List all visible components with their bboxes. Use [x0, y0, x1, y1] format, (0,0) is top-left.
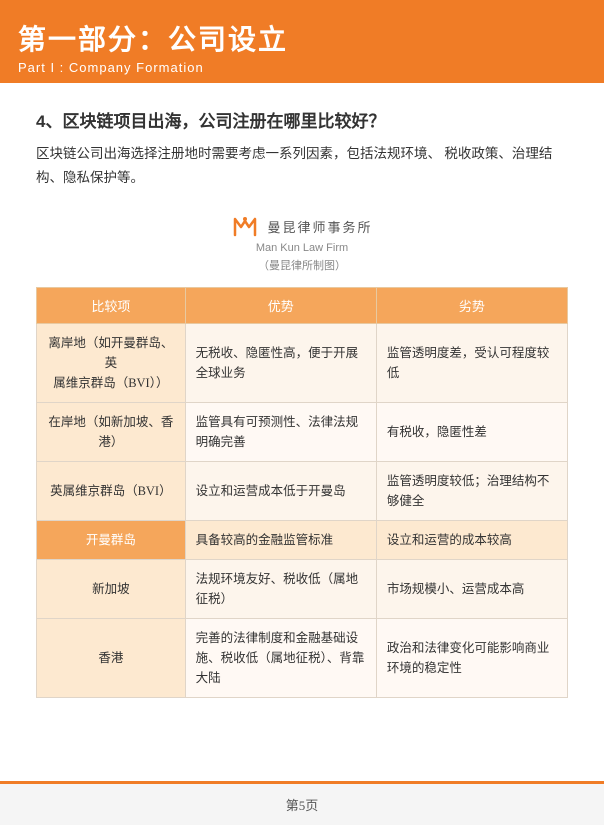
table-cell-advantage: 完善的法律制度和金融基础设施、税收低（属地征税）、背靠大陆: [185, 618, 376, 697]
logo-caption: （曼昆律所制图）: [258, 257, 346, 273]
table-row: 香港完善的法律制度和金融基础设施、税收低（属地征税）、背靠大陆政治和法律变化可能…: [37, 618, 568, 697]
table-cell-item: 离岸地（如开曼群岛、英 属维京群岛（BVI））: [37, 323, 186, 402]
table-row: 新加坡法规环境友好、税收低（属地征税）市场规模小、运营成本高: [37, 559, 568, 618]
table-row: 在岸地（如新加坡、香港）监管具有可预测性、法律法规明确完善有税收，隐匿性差: [37, 402, 568, 461]
table-cell-item: 在岸地（如新加坡、香港）: [37, 402, 186, 461]
question-body: 区块链公司出海选择注册地时需要考虑一系列因素，包括法规环境、 税收政策、治理结构…: [36, 142, 568, 191]
table-cell-item: 开曼群岛: [37, 520, 186, 559]
th-disadvantage: 劣势: [376, 287, 567, 323]
table-row: 开曼群岛具备较高的金融监管标准设立和运营的成本较高: [37, 520, 568, 559]
table-cell-disadvantage: 设立和运营的成本较高: [376, 520, 567, 559]
table-cell-disadvantage: 市场规模小、运营成本高: [376, 559, 567, 618]
table-cell-disadvantage: 政治和法律变化可能影响商业环境的稳定性: [376, 618, 567, 697]
mankun-logo-icon: [231, 213, 259, 241]
table-row: 离岸地（如开曼群岛、英 属维京群岛（BVI））无税收、隐匿性高，便于开展全球业务…: [37, 323, 568, 402]
table-cell-disadvantage: 有税收，隐匿性差: [376, 402, 567, 461]
table-cell-item: 香港: [37, 618, 186, 697]
table-cell-item: 英属维京群岛（BVI）: [37, 461, 186, 520]
comparison-table: 比较项 优势 劣势 离岸地（如开曼群岛、英 属维京群岛（BVI））无税收、隐匿性…: [36, 287, 568, 698]
th-advantage: 优势: [185, 287, 376, 323]
footer-page-text: 第5页: [286, 795, 319, 814]
table-cell-disadvantage: 监管透明度差，受认可程度较低: [376, 323, 567, 402]
logo-cn-name: 曼昆律师事务所: [267, 217, 372, 236]
question-title: 4、区块链项目出海，公司注册在哪里比较好？: [36, 107, 568, 132]
logo-en-name: Man Kun Law Firm: [256, 242, 348, 254]
table-cell-advantage: 无税收、隐匿性高，便于开展全球业务: [185, 323, 376, 402]
page-content: 4、区块链项目出海，公司注册在哪里比较好？ 区块链公司出海选择注册地时需要考虑一…: [0, 83, 604, 758]
table-cell-advantage: 设立和运营成本低于开曼岛: [185, 461, 376, 520]
header-sub-title: Part I : Company Formation: [18, 60, 582, 75]
footer: 第5页: [0, 781, 604, 825]
header-section: 第一部分：公司设立 Part I : Company Formation: [0, 0, 604, 83]
header-title-block: 第一部分：公司设立 Part I : Company Formation: [0, 0, 604, 83]
table-cell-advantage: 法规环境友好、税收低（属地征税）: [185, 559, 376, 618]
table-cell-advantage: 监管具有可预测性、法律法规明确完善: [185, 402, 376, 461]
table-cell-advantage: 具备较高的金融监管标准: [185, 520, 376, 559]
logo-row: 曼昆律师事务所: [231, 213, 372, 241]
table-cell-disadvantage: 监管透明度较低；治理结构不够健全: [376, 461, 567, 520]
table-row: 英属维京群岛（BVI）设立和运营成本低于开曼岛监管透明度较低；治理结构不够健全: [37, 461, 568, 520]
table-header-row: 比较项 优势 劣势: [37, 287, 568, 323]
logo-area: 曼昆律师事务所 Man Kun Law Firm （曼昆律所制图）: [36, 213, 568, 273]
table-cell-item: 新加坡: [37, 559, 186, 618]
th-item: 比较项: [37, 287, 186, 323]
header-main-title: 第一部分：公司设立: [18, 18, 582, 58]
